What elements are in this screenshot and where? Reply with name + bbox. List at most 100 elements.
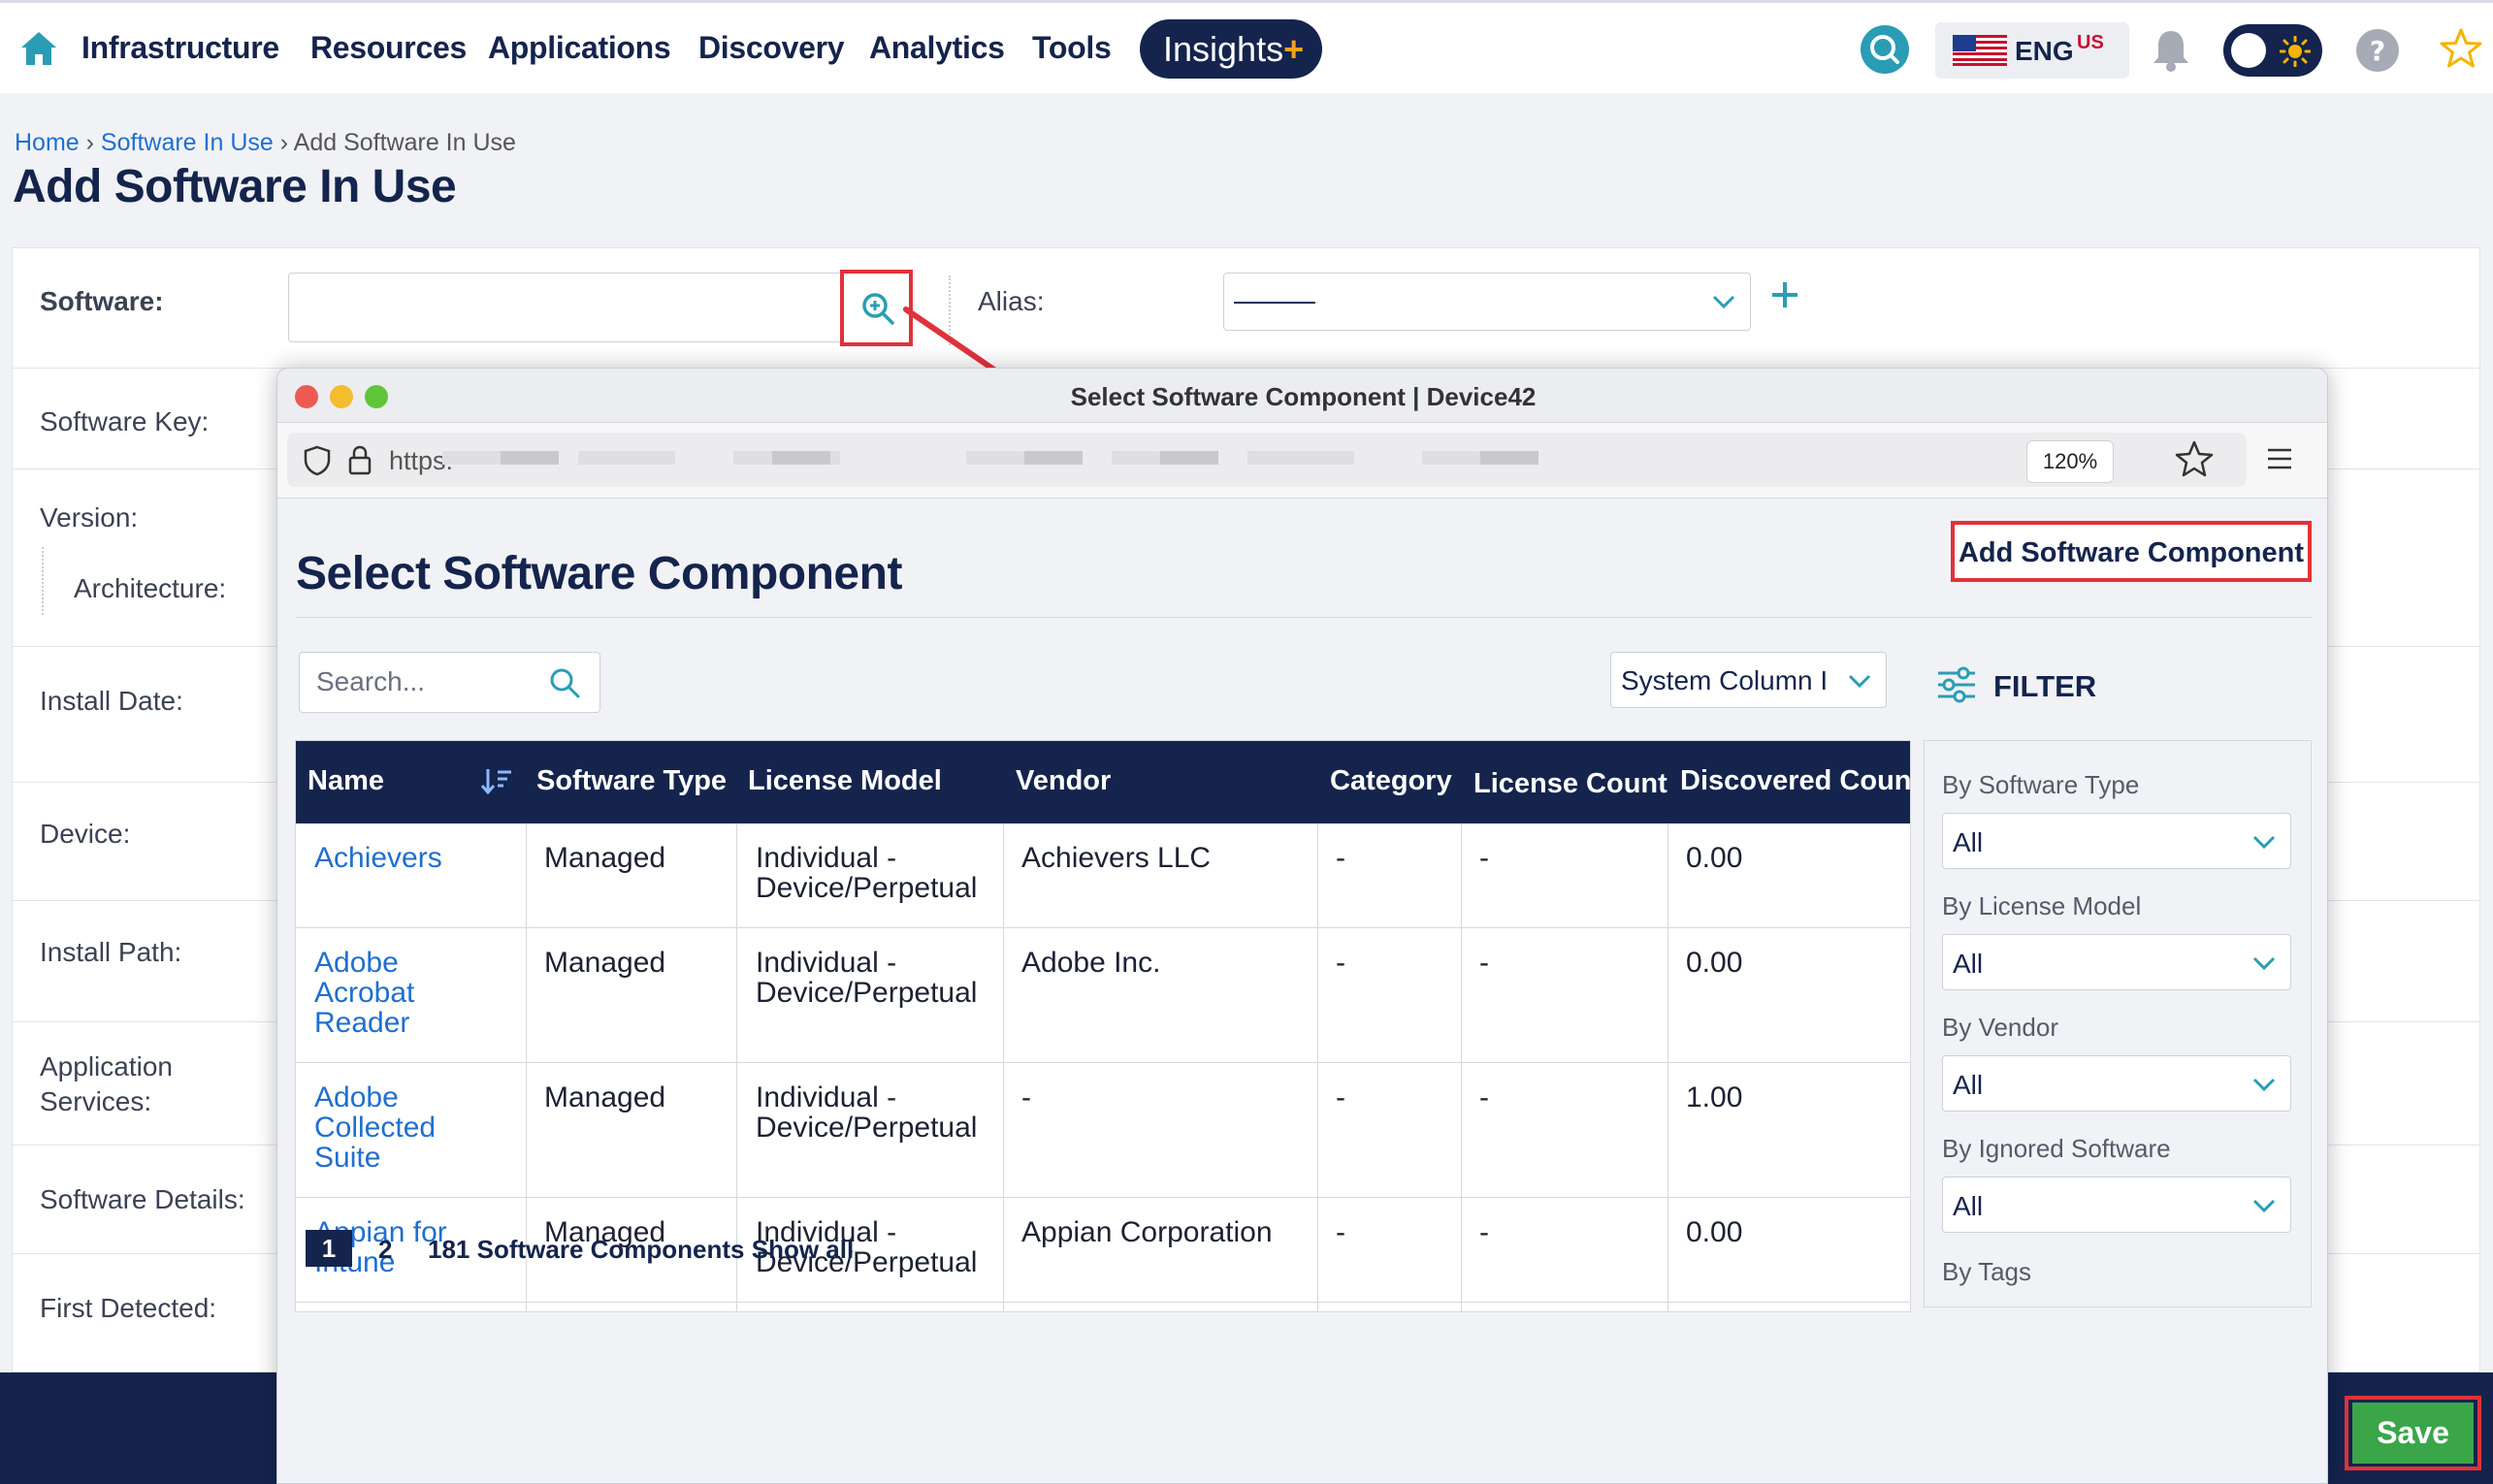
filter-ignored-software-value: All (1953, 1191, 1984, 1221)
row-name-link[interactable]: Achievers (314, 843, 442, 873)
column-header-vendor[interactable]: Vendor (1016, 765, 1111, 797)
sort-descending-icon[interactable] (480, 766, 513, 795)
row-category: - (1336, 1081, 1345, 1113)
application-services-label-line2: Services: (40, 1086, 152, 1116)
browser-menu-icon[interactable] (2266, 444, 2293, 473)
device-label: Device: (40, 819, 131, 849)
filter-software-type-select[interactable]: All (1942, 813, 2291, 869)
column-header-license-count[interactable]: License Count (1473, 768, 1667, 800)
page-title: Add Software In Use (13, 161, 457, 212)
row-name-link[interactable]: Adobe (314, 1082, 399, 1113)
row-name-link[interactable]: Reader (314, 1008, 409, 1038)
row-license-model-line1: Individual - (756, 842, 897, 874)
us-flag-icon (1953, 35, 2007, 66)
url-redacted (442, 449, 947, 468)
filter-license-model-value: All (1953, 949, 1984, 979)
row-discovered-count: 0.00 (1686, 947, 1743, 979)
zoom-in-icon (862, 293, 894, 325)
theme-toggle[interactable] (2223, 24, 2322, 77)
nav-tools[interactable]: Tools (1032, 30, 1112, 66)
table-row[interactable]: Adobe Acrobat Reader Managed Individual … (296, 928, 1910, 1063)
notifications-bell-icon[interactable] (2152, 28, 2190, 73)
system-column-select[interactable]: System Column I (1610, 652, 1887, 708)
version-label: Version: (40, 502, 139, 532)
row-license-model-line2: Device/Perpetual (756, 1112, 978, 1144)
filter-sliders-icon[interactable] (1936, 665, 1977, 704)
pagination-summary-show-all[interactable]: 181 Software Components Show all (428, 1235, 854, 1265)
pagination-page-2[interactable]: 2 (378, 1235, 392, 1265)
global-search-icon[interactable] (1860, 24, 1910, 75)
nav-discovery[interactable]: Discovery (698, 30, 845, 66)
column-header-license-model[interactable]: License Model (748, 765, 942, 797)
row-discovered-count: 0.00 (1686, 1216, 1743, 1248)
filter-ignored-software-select[interactable]: All (1942, 1177, 2291, 1233)
row-license-count: - (1479, 1216, 1489, 1248)
table-row[interactable]: Achievers Managed Individual - Device/Pe… (296, 823, 1910, 928)
home-icon[interactable] (19, 30, 58, 67)
nav-analytics[interactable]: Analytics (869, 30, 1005, 66)
software-input[interactable] (288, 273, 851, 342)
filter-panel: By Software Type All By License Model Al… (1924, 740, 2312, 1307)
add-software-component-button[interactable]: Add Software Component (1951, 521, 2312, 582)
pagination-page-1[interactable]: 1 (306, 1230, 352, 1267)
filter-vendor-select[interactable]: All (1942, 1055, 2291, 1112)
row-name-link[interactable]: Suite (314, 1143, 380, 1173)
bookmark-star-icon[interactable] (2175, 439, 2214, 478)
save-highlight-box (2345, 1396, 2481, 1470)
column-header-discovered-count[interactable]: Discovered Coun (1680, 765, 1910, 797)
search-placeholder: Search... (316, 666, 426, 696)
column-header-software-type[interactable]: Software Type (536, 765, 727, 797)
help-icon[interactable]: ? (2355, 28, 2400, 73)
filter-vendor-value: All (1953, 1070, 1984, 1100)
row-software-type: Managed (544, 947, 666, 979)
application-services-label-line1: Application (40, 1051, 173, 1081)
column-header-category[interactable]: Category (1330, 765, 1452, 797)
row-software-type: Managed (544, 842, 666, 874)
language-region: US (2077, 32, 2104, 53)
nav-infrastructure[interactable]: Infrastructure (81, 30, 279, 66)
chevron-down-icon (1848, 674, 1871, 689)
filter-vendor-label: By Vendor (1942, 1013, 2058, 1042)
zoom-level-badge[interactable]: 120% (2026, 440, 2114, 483)
add-alias-plus-icon[interactable] (1769, 279, 1800, 310)
row-name-link[interactable]: Adobe (314, 948, 399, 978)
row-category: - (1336, 1216, 1345, 1248)
svg-text:?: ? (2370, 35, 2385, 67)
row-license-model-line1: Individual - (756, 947, 897, 979)
popup-content: Select Software Component Add Software C… (277, 499, 2327, 1483)
lock-icon (348, 445, 372, 475)
component-search-input[interactable]: Search... (299, 652, 600, 713)
url-field[interactable]: https: (287, 433, 2247, 487)
breadcrumb-software-in-use[interactable]: Software In Use (101, 129, 274, 156)
favorite-star-icon[interactable] (2440, 27, 2482, 70)
first-detected-label: First Detected: (40, 1293, 217, 1323)
select-software-component-window: Select Software Component | Device42 htt… (276, 368, 2328, 1484)
filter-ignored-software-label: By Ignored Software (1942, 1134, 2171, 1163)
row-name-link[interactable]: Acrobat (314, 978, 414, 1008)
row-discovered-count: 0.00 (1686, 842, 1743, 874)
shield-icon (304, 445, 331, 476)
row-name-link[interactable]: Collected (314, 1113, 436, 1143)
filter-license-model-select[interactable]: All (1942, 934, 2291, 990)
url-redacted-2 (966, 451, 1374, 470)
alias-value: ——— (1234, 285, 1315, 315)
theme-toggle-knob (2231, 33, 2266, 68)
breadcrumb-home[interactable]: Home (15, 129, 80, 156)
row-license-count: - (1479, 842, 1489, 874)
insights-button[interactable]: Insights+ (1140, 19, 1322, 79)
nav-resources[interactable]: Resources (310, 30, 467, 66)
architecture-label: Architecture: (74, 573, 227, 603)
column-header-name[interactable]: Name (308, 765, 384, 797)
row-license-model-line1: Individual - (756, 1081, 897, 1113)
filter-software-type-label: By Software Type (1942, 770, 2140, 799)
field-indent-line (42, 547, 44, 615)
url-redacted-3 (1422, 451, 1616, 470)
table-row[interactable]: Adobe Collected Suite Managed Individual… (296, 1063, 1910, 1198)
nav-applications[interactable]: Applications (488, 30, 671, 66)
browser-url-bar: https: 120% (277, 423, 2327, 499)
row-category: - (1336, 842, 1345, 874)
filter-label[interactable]: FILTER (1993, 669, 2096, 704)
language-selector[interactable]: ENG US (1935, 22, 2129, 79)
alias-select[interactable]: ——— (1223, 273, 1751, 331)
chevron-down-icon (2252, 1078, 2276, 1092)
